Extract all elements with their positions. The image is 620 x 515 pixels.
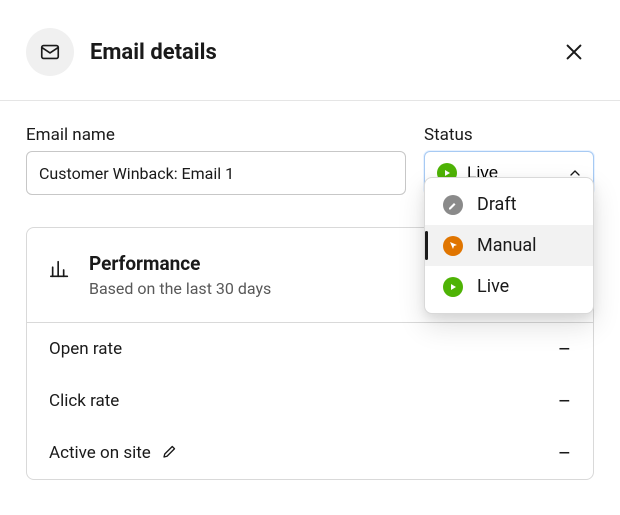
metric-row: Active on site –: [27, 427, 593, 479]
status-option-label: Manual: [477, 235, 537, 256]
status-option-label: Live: [477, 276, 509, 297]
close-icon: [563, 41, 585, 63]
draft-icon: [443, 195, 463, 215]
status-option-draft[interactable]: Draft: [425, 184, 593, 225]
metric-label: Click rate: [49, 391, 558, 411]
metric-value: –: [558, 389, 571, 413]
email-name-input[interactable]: [26, 151, 406, 195]
status-label: Status: [424, 125, 594, 145]
status-option-live[interactable]: Live: [425, 266, 593, 307]
mail-icon: [26, 28, 74, 76]
metric-label: Active on site: [49, 442, 558, 465]
performance-subtitle: Based on the last 30 days: [89, 279, 271, 298]
metric-value: –: [558, 337, 571, 361]
status-dropdown: Draft Manual Live: [424, 177, 594, 314]
page-title: Email details: [90, 40, 556, 65]
play-circle-icon: [443, 277, 463, 297]
metric-row: Click rate –: [27, 375, 593, 427]
status-option-manual[interactable]: Manual: [425, 225, 593, 266]
metric-row: Open rate –: [27, 323, 593, 375]
metric-value: –: [558, 441, 571, 465]
cursor-icon: [443, 236, 463, 256]
panel-header: Email details: [0, 0, 620, 100]
bar-chart-icon: [49, 258, 71, 284]
edit-icon[interactable]: [161, 442, 179, 465]
email-name-field: Email name: [26, 125, 406, 195]
email-name-label: Email name: [26, 125, 406, 145]
metric-label: Open rate: [49, 339, 558, 359]
close-button[interactable]: [556, 34, 592, 70]
performance-title: Performance: [89, 252, 271, 275]
status-option-label: Draft: [477, 194, 517, 215]
content: Email name Status Live Draft Man: [0, 101, 620, 480]
